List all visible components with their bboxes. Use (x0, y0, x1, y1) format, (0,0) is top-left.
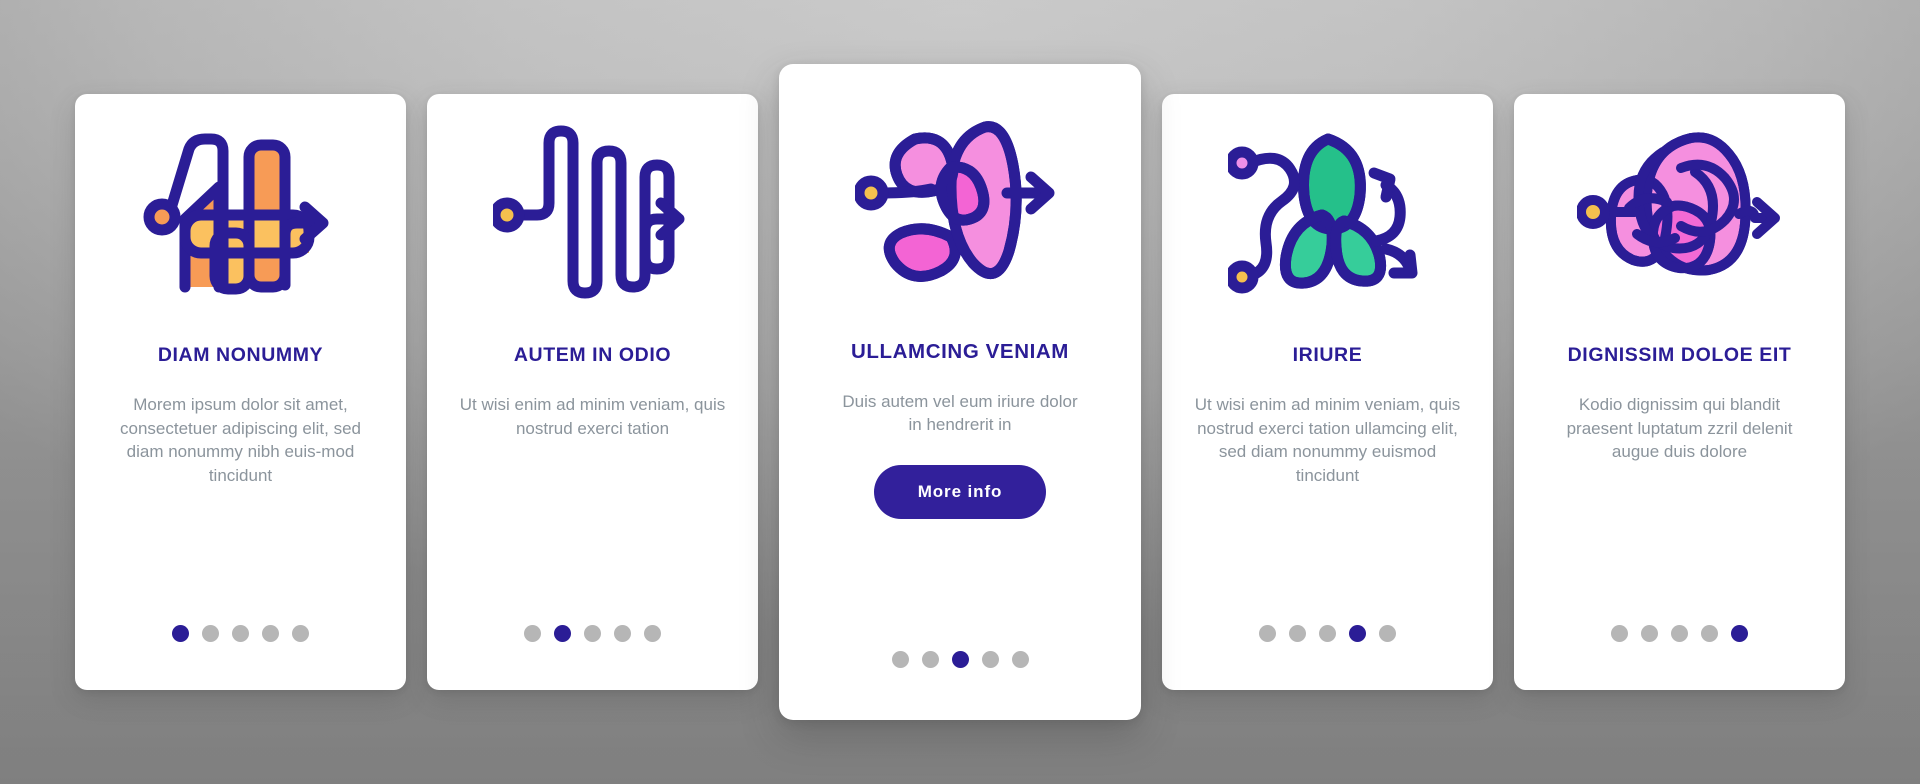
pagination-dot-5[interactable] (1379, 625, 1396, 642)
pagination-dot-5[interactable] (1011, 651, 1029, 668)
pagination-dot-3[interactable] (951, 651, 969, 668)
pagination-dot-2[interactable] (1289, 625, 1306, 642)
pagination-dots (779, 651, 1141, 668)
pagination-dot-4[interactable] (1701, 625, 1718, 642)
pagination-dots (1514, 625, 1845, 642)
pagination-dot-5[interactable] (1731, 625, 1748, 642)
green-loop-arrow-icon (1184, 94, 1471, 326)
card-title: Diam nonummy (157, 344, 324, 366)
more-info-button[interactable]: More info (873, 464, 1047, 519)
pagination-dot-2[interactable] (921, 651, 939, 668)
card-body-text: Kodio dignissim qui blandit praesent lup… (1566, 395, 1793, 462)
card-body-text: Ut wisi enim ad minim veniam, quis nostr… (1194, 395, 1461, 485)
pagination-dot-3[interactable] (584, 625, 601, 642)
pagination-dot-3[interactable] (1671, 625, 1688, 642)
onboarding-card-5[interactable]: Dignissim doloe eit Kodio dignissim qui … (1514, 94, 1845, 690)
pagination-dot-1[interactable] (1259, 625, 1276, 642)
pagination-dot-5[interactable] (292, 625, 309, 642)
card-body-text: Ut wisi enim ad minim veniam, quis nostr… (459, 395, 726, 438)
card-title: Dignissim doloe eit (1567, 344, 1792, 366)
onboarding-card-3[interactable]: Ullamcing veniam Duis autem vel eum iriu… (779, 64, 1141, 720)
bar-chart-tangle-arrow-icon (97, 94, 384, 326)
pagination-dot-4[interactable] (614, 625, 631, 642)
pagination-dot-1[interactable] (524, 625, 541, 642)
pagination-dot-2[interactable] (1641, 625, 1658, 642)
card-title: Iriure (1292, 344, 1363, 366)
pagination-dot-1[interactable] (172, 625, 189, 642)
pagination-dots (75, 625, 406, 642)
pagination-dot-3[interactable] (232, 625, 249, 642)
card-title: Autem in odio (513, 344, 672, 366)
onboarding-screens-row: Diam nonummy Morem ipsum dolor sit amet,… (0, 0, 1920, 784)
pagination-dot-1[interactable] (1611, 625, 1628, 642)
pagination-dot-4[interactable] (262, 625, 279, 642)
pagination-dot-5[interactable] (644, 625, 661, 642)
card-title: Ullamcing veniam (850, 340, 1069, 363)
pink-knot-arrow-icon (801, 64, 1119, 326)
card-body-text: Duis autem vel eum iriure dolor in hendr… (842, 391, 1078, 435)
pagination-dots (1162, 625, 1493, 642)
pagination-dots (427, 625, 758, 642)
pagination-dot-3[interactable] (1319, 625, 1336, 642)
zigzag-wave-arrow-icon (449, 94, 736, 326)
tangled-scribble-arrow-icon (1536, 94, 1823, 326)
pagination-dot-4[interactable] (1349, 625, 1366, 642)
pagination-dot-2[interactable] (554, 625, 571, 642)
onboarding-card-2[interactable]: Autem in odio Ut wisi enim ad minim veni… (427, 94, 758, 690)
pagination-dot-2[interactable] (202, 625, 219, 642)
onboarding-card-4[interactable]: Iriure Ut wisi enim ad minim veniam, qui… (1162, 94, 1493, 690)
pagination-dot-4[interactable] (981, 651, 999, 668)
pagination-dot-1[interactable] (891, 651, 909, 668)
onboarding-card-1[interactable]: Diam nonummy Morem ipsum dolor sit amet,… (75, 94, 406, 690)
card-body-text: Morem ipsum dolor sit amet, consectetuer… (120, 395, 361, 485)
